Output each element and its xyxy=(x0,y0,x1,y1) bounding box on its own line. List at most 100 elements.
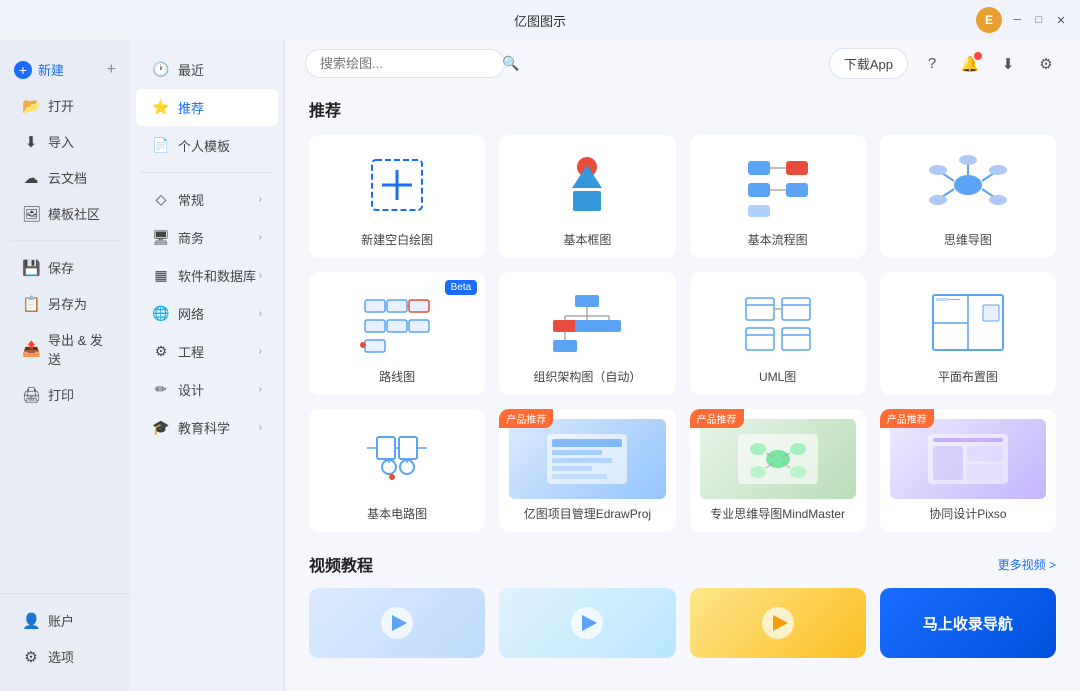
org-chart-visual xyxy=(509,282,665,362)
route-label: 路线图 xyxy=(379,368,415,385)
design-chevron-icon: › xyxy=(259,384,262,395)
template-card-route[interactable]: Beta xyxy=(309,272,485,395)
import-label: 导入 xyxy=(48,132,74,151)
main-content: 🔍 下载App ? 🔔 ⬇ ⚙ 推荐 xyxy=(285,40,1080,691)
nav-recommend-left: ⭐ 推荐 xyxy=(152,98,204,117)
circuit-svg xyxy=(357,427,437,492)
sidebar-bottom-section: 👤 账户 ⚙ 选项 xyxy=(0,593,130,683)
basic-frame-svg xyxy=(547,153,627,218)
nav-item-personal[interactable]: 📄 个人模板 xyxy=(136,127,278,164)
nav-item-engineering[interactable]: ⚙ 工程 › xyxy=(136,333,278,370)
video-card-2[interactable] xyxy=(499,588,675,658)
edrawproj-bg xyxy=(509,419,665,499)
design-icon: ✏ xyxy=(152,381,170,398)
basic-frame-label: 基本框图 xyxy=(563,231,611,248)
sidebar-item-open[interactable]: 📂 打开 xyxy=(6,88,124,123)
nav-item-business[interactable]: 🖥 商务 › xyxy=(136,219,278,256)
template-card-mindmaster[interactable]: 产品推荐 xyxy=(690,409,866,532)
download-app-button[interactable]: 下载App xyxy=(829,48,908,79)
template-card-basic-frame[interactable]: 基本框图 xyxy=(499,135,675,258)
video-card-1[interactable] xyxy=(309,588,485,658)
uml-svg xyxy=(738,290,818,355)
download-icon[interactable]: ⬇ xyxy=(994,50,1022,78)
sidebar-item-new[interactable]: + 新建 + xyxy=(0,52,130,87)
template-card-pixso[interactable]: 产品推荐 xyxy=(880,409,1056,532)
sidebar-item-save[interactable]: 💾 保存 xyxy=(6,250,124,285)
import-icon: ⬇ xyxy=(22,133,40,151)
nav-item-design[interactable]: ✏ 设计 › xyxy=(136,371,278,408)
floor-plan-visual xyxy=(890,282,1046,362)
template-card-circuit[interactable]: 基本电路图 xyxy=(309,409,485,532)
video-card-cta[interactable]: 马上收录导航 xyxy=(880,588,1056,658)
notification-icon[interactable]: 🔔 xyxy=(956,50,984,78)
basic-flow-svg xyxy=(738,153,818,218)
search-input[interactable] xyxy=(320,56,496,71)
nav-item-recent[interactable]: 🕐 最近 xyxy=(136,51,278,88)
save-as-icon: 📋 xyxy=(22,295,40,313)
nav-item-network[interactable]: 🌐 网络 › xyxy=(136,295,278,332)
gear-icon[interactable]: ⚙ xyxy=(1032,50,1060,78)
sidebar-item-settings[interactable]: ⚙ 选项 xyxy=(6,639,124,674)
network-icon: 🌐 xyxy=(152,305,170,322)
settings-label: 选项 xyxy=(48,647,74,666)
video-section-header: 视频教程 更多视频 > xyxy=(309,552,1056,576)
template-card-org-chart[interactable]: 组织架构图（自动） xyxy=(499,272,675,395)
middle-nav: 🕐 最近 ⭐ 推荐 📄 个人模板 ◇ 常规 › 🖥 xyxy=(130,40,285,691)
edrawproj-visual xyxy=(509,419,665,499)
nav-recent-left: 🕐 最近 xyxy=(152,60,204,79)
nav-general-left: ◇ 常规 xyxy=(152,190,204,209)
sidebar-item-cloud[interactable]: ☁ 云文档 xyxy=(6,160,124,195)
nav-item-recommend[interactable]: ⭐ 推荐 xyxy=(136,89,278,126)
nav-recent-label: 最近 xyxy=(178,60,204,79)
pixso-bg xyxy=(890,419,1046,499)
nav-item-education[interactable]: 🎓 教育科学 › xyxy=(136,409,278,446)
title-bar: 亿图图示 E ─ □ ✕ xyxy=(0,0,1080,40)
template-card-new-blank[interactable]: 新建空白绘图 xyxy=(309,135,485,258)
sidebar-item-template-community[interactable]: 🖼 模板社区 xyxy=(6,196,124,231)
sidebar-item-save-as[interactable]: 📋 另存为 xyxy=(6,286,124,321)
circuit-label: 基本电路图 xyxy=(367,505,427,522)
user-avatar[interactable]: E xyxy=(976,7,1002,33)
template-card-uml[interactable]: UML图 xyxy=(690,272,866,395)
sidebar-item-export[interactable]: 📤 导出 & 发送 xyxy=(6,322,124,376)
org-chart-svg xyxy=(547,290,627,355)
template-card-edrawproj[interactable]: 产品推荐 xyxy=(499,409,675,532)
nav-network-label: 网络 xyxy=(178,304,204,323)
video-play-icon-1 xyxy=(377,603,417,643)
nav-item-software[interactable]: ▦ 软件和数据库 › xyxy=(136,257,278,294)
close-button[interactable]: ✕ xyxy=(1054,13,1068,27)
top-bar: 🔍 下载App ? 🔔 ⬇ ⚙ xyxy=(285,40,1080,87)
maximize-button[interactable]: □ xyxy=(1032,13,1046,27)
video-card-3[interactable] xyxy=(690,588,866,658)
help-icon[interactable]: ? xyxy=(918,50,946,78)
basic-frame-visual xyxy=(509,145,665,225)
sidebar-item-import[interactable]: ⬇ 导入 xyxy=(6,124,124,159)
pixso-product-badge: 产品推荐 xyxy=(880,409,934,428)
save-label: 保存 xyxy=(48,258,74,277)
template-card-floor-plan[interactable]: 平面布置图 xyxy=(880,272,1056,395)
sidebar-top-section: + 新建 + 📂 打开 ⬇ 导入 ☁ 云文档 🖼 模板社区 xyxy=(0,48,130,236)
minimize-button[interactable]: ─ xyxy=(1010,13,1024,27)
search-icon: 🔍 xyxy=(502,55,519,72)
edrawproj-svg xyxy=(542,424,632,494)
template-card-mindmap[interactable]: 思维导图 xyxy=(880,135,1056,258)
nav-design-left: ✏ 设计 xyxy=(152,380,204,399)
search-box[interactable]: 🔍 xyxy=(305,49,505,78)
route-svg xyxy=(357,290,437,355)
engineering-chevron-icon: › xyxy=(259,346,262,357)
new-blank-svg xyxy=(367,155,427,215)
business-icon: 🖥 xyxy=(152,229,170,246)
open-icon: 📂 xyxy=(22,97,40,115)
circuit-visual xyxy=(319,419,475,499)
sidebar-item-print[interactable]: 🖨 打印 xyxy=(6,377,124,412)
more-videos-link[interactable]: 更多视频 > xyxy=(998,556,1056,573)
sidebar-item-account[interactable]: 👤 账户 xyxy=(6,603,124,638)
org-chart-label: 组织架构图（自动） xyxy=(533,368,641,385)
nav-item-general[interactable]: ◇ 常规 › xyxy=(136,181,278,218)
edrawproj-product-badge: 产品推荐 xyxy=(499,409,553,428)
nav-recommend-label: 推荐 xyxy=(178,98,204,117)
cta-label: 马上收录导航 xyxy=(923,613,1013,634)
template-card-basic-flow[interactable]: 基本流程图 xyxy=(690,135,866,258)
new-label: 新建 xyxy=(38,60,64,79)
mindmaster-label: 专业思维导图MindMaster xyxy=(710,505,845,522)
